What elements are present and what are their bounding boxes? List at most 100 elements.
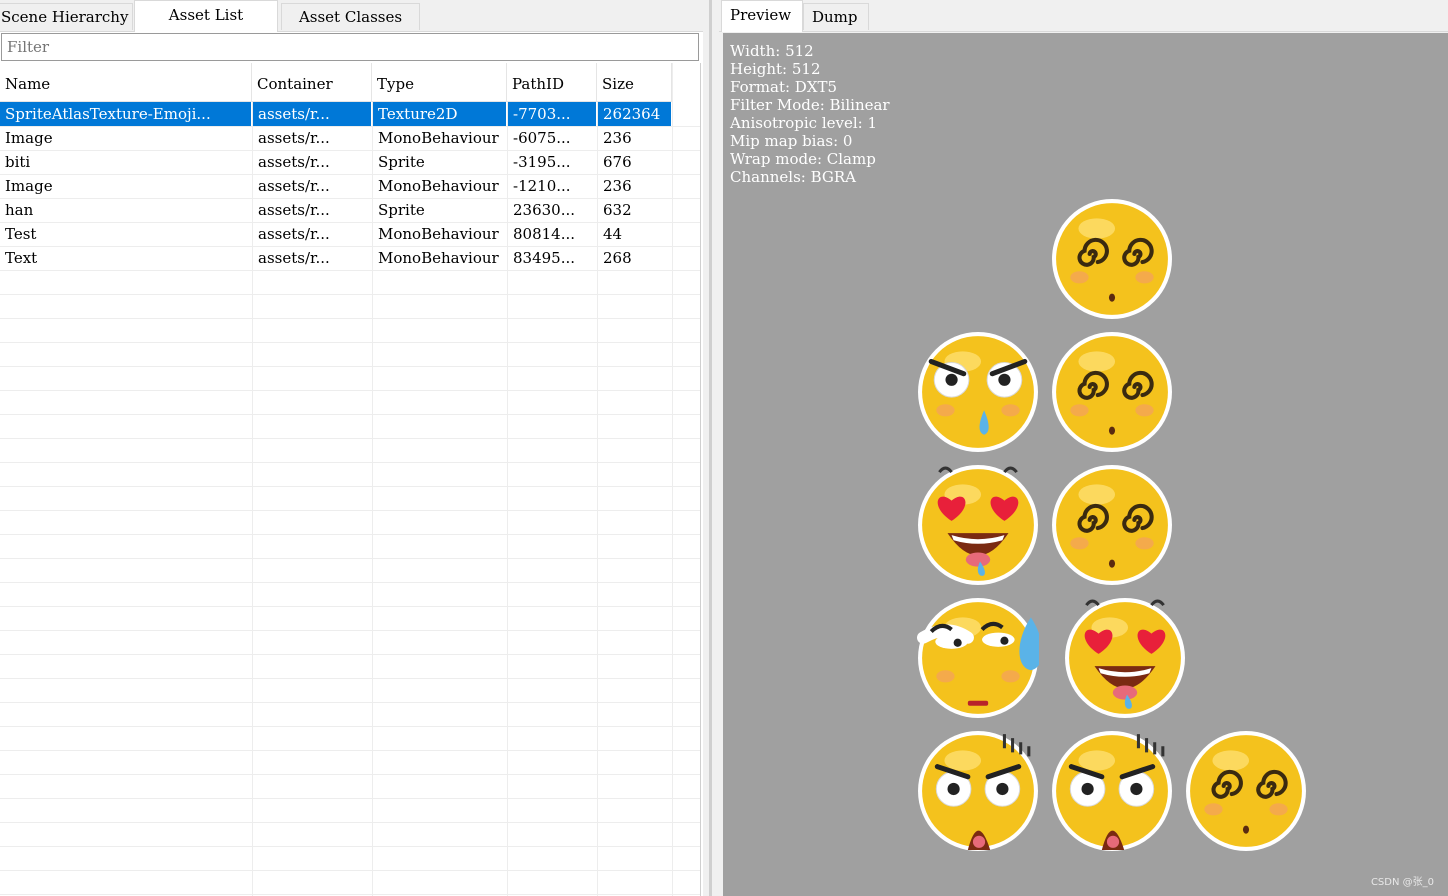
table-row[interactable]: SpriteAtlasTexture-Emoji... assets/r... Te… xyxy=(0,102,700,127)
header-name[interactable]: Name xyxy=(0,63,252,101)
tab-asset-list[interactable]: Asset List xyxy=(134,0,278,32)
empty-row xyxy=(0,414,700,439)
cell-name: Image xyxy=(5,177,53,195)
table-row[interactable]: Text assets/r... MonoBehaviour 83495... 268 xyxy=(0,246,700,271)
empty-row xyxy=(0,462,700,487)
table-row[interactable]: biti assets/r... Sprite -3195... 676 xyxy=(0,150,700,175)
empty-row xyxy=(0,390,700,415)
table-header: Name Container Type PathID Size xyxy=(0,63,672,102)
cell-path-id: -6075... xyxy=(513,129,571,147)
cell-path-id: 23630... xyxy=(513,201,576,219)
cell-size: 268 xyxy=(603,249,632,267)
empty-row xyxy=(0,486,700,511)
header-container[interactable]: Container xyxy=(252,63,372,101)
empty-row xyxy=(0,702,700,727)
right-tab-bar: Preview Dump xyxy=(719,0,1448,32)
cell-name: SpriteAtlasTexture-Emoji... xyxy=(0,102,251,126)
texture-preview: Width: 512 Height: 512 Format: DXT5 Filt… xyxy=(723,33,1448,896)
preview-pane: Preview Dump Width: 512 Height: 512 Form… xyxy=(719,0,1448,896)
shocked-emoji-icon xyxy=(1051,730,1173,852)
header-path-id[interactable]: PathID xyxy=(507,63,597,101)
empty-row xyxy=(0,534,700,559)
asset-table: Name Container Type PathID Size SpriteAt… xyxy=(0,63,701,896)
shocked-emoji-icon xyxy=(917,730,1039,852)
empty-row xyxy=(0,726,700,751)
tab-scene-hierarchy[interactable]: Scene Hierarchy xyxy=(0,3,133,30)
dizzy-emoji-icon xyxy=(1051,331,1173,453)
cell-size: 236 xyxy=(603,129,632,147)
cell-size: 44 xyxy=(603,225,623,243)
dizzy-emoji-icon xyxy=(1185,730,1307,852)
empty-row xyxy=(0,606,700,631)
cell-type: MonoBehaviour xyxy=(378,129,499,147)
pane-splitter[interactable] xyxy=(703,0,719,896)
info-format: Format: DXT5 xyxy=(730,78,838,96)
dizzy-emoji-icon xyxy=(1051,464,1173,586)
empty-row xyxy=(0,318,700,343)
sweat-meh-emoji-icon xyxy=(917,597,1039,719)
info-height: Height: 512 xyxy=(730,60,821,78)
info-filter-mode: Filter Mode: Bilinear xyxy=(730,96,890,114)
empty-row xyxy=(0,678,700,703)
dizzy-emoji-icon xyxy=(1051,198,1173,320)
cell-size: 676 xyxy=(603,153,632,171)
cell-name: Image xyxy=(5,129,53,147)
empty-row xyxy=(0,654,700,679)
header-size[interactable]: Size xyxy=(597,63,672,101)
tab-asset-classes[interactable]: Asset Classes xyxy=(281,3,420,30)
cell-path-id: -1210... xyxy=(513,177,571,195)
empty-row xyxy=(0,558,700,583)
empty-row xyxy=(0,630,700,655)
cell-container: assets/r... xyxy=(253,102,371,126)
empty-row xyxy=(0,846,700,871)
empty-row xyxy=(0,294,700,319)
asset-list-pane: Scene Hierarchy Asset List Asset Classes… xyxy=(0,0,703,896)
cell-type: Sprite xyxy=(378,201,425,219)
cell-type: Sprite xyxy=(378,153,425,171)
cell-container: assets/r... xyxy=(258,129,330,147)
cell-type: MonoBehaviour xyxy=(378,225,499,243)
empty-row xyxy=(0,870,700,895)
info-channels: Channels: BGRA xyxy=(730,168,857,186)
info-anisotropic: Anisotropic level: 1 xyxy=(730,114,878,132)
cell-path-id: -7703... xyxy=(508,102,596,126)
table-row[interactable]: han assets/r... Sprite 23630... 632 xyxy=(0,198,700,223)
empty-row xyxy=(0,270,700,295)
tab-dump[interactable]: Dump xyxy=(803,3,869,30)
cell-path-id: 80814... xyxy=(513,225,576,243)
left-tab-bar: Scene Hierarchy Asset List Asset Classes xyxy=(0,0,703,32)
empty-row xyxy=(0,342,700,367)
cell-container: assets/r... xyxy=(258,201,330,219)
cell-size: 632 xyxy=(603,201,632,219)
empty-row xyxy=(0,774,700,799)
table-row[interactable]: Image assets/r... MonoBehaviour -6075... 236 xyxy=(0,126,700,151)
cell-container: assets/r... xyxy=(258,153,330,171)
header-type[interactable]: Type xyxy=(372,63,507,101)
empty-row xyxy=(0,510,700,535)
empty-row xyxy=(0,366,700,391)
filter-input[interactable] xyxy=(1,33,699,61)
cell-type: MonoBehaviour xyxy=(378,249,499,267)
cell-container: assets/r... xyxy=(258,177,330,195)
table-row[interactable]: Image assets/r... MonoBehaviour -1210... 236 xyxy=(0,174,700,199)
cell-container: assets/r... xyxy=(258,249,330,267)
cell-name: biti xyxy=(5,153,31,171)
info-width: Width: 512 xyxy=(730,42,814,60)
empty-row xyxy=(0,798,700,823)
tab-preview[interactable]: Preview xyxy=(721,0,803,32)
splitter-bar xyxy=(709,0,712,896)
cell-name: Text xyxy=(5,249,38,267)
cell-type: Texture2D xyxy=(373,102,506,126)
cell-path-id: 83495... xyxy=(513,249,576,267)
empty-row xyxy=(0,822,700,847)
cell-name: han xyxy=(5,201,34,219)
cell-path-id: -3195... xyxy=(513,153,571,171)
empty-row xyxy=(0,438,700,463)
cell-size: 262364 xyxy=(598,102,671,126)
texture-info: Width: 512 Height: 512 Format: DXT5 Filt… xyxy=(730,42,890,186)
cell-name: Test xyxy=(5,225,37,243)
empty-row xyxy=(0,750,700,775)
cell-size: 236 xyxy=(603,177,632,195)
table-row[interactable]: Test assets/r... MonoBehaviour 80814... 44 xyxy=(0,222,700,247)
heart-eyes-emoji-icon xyxy=(1064,597,1186,719)
